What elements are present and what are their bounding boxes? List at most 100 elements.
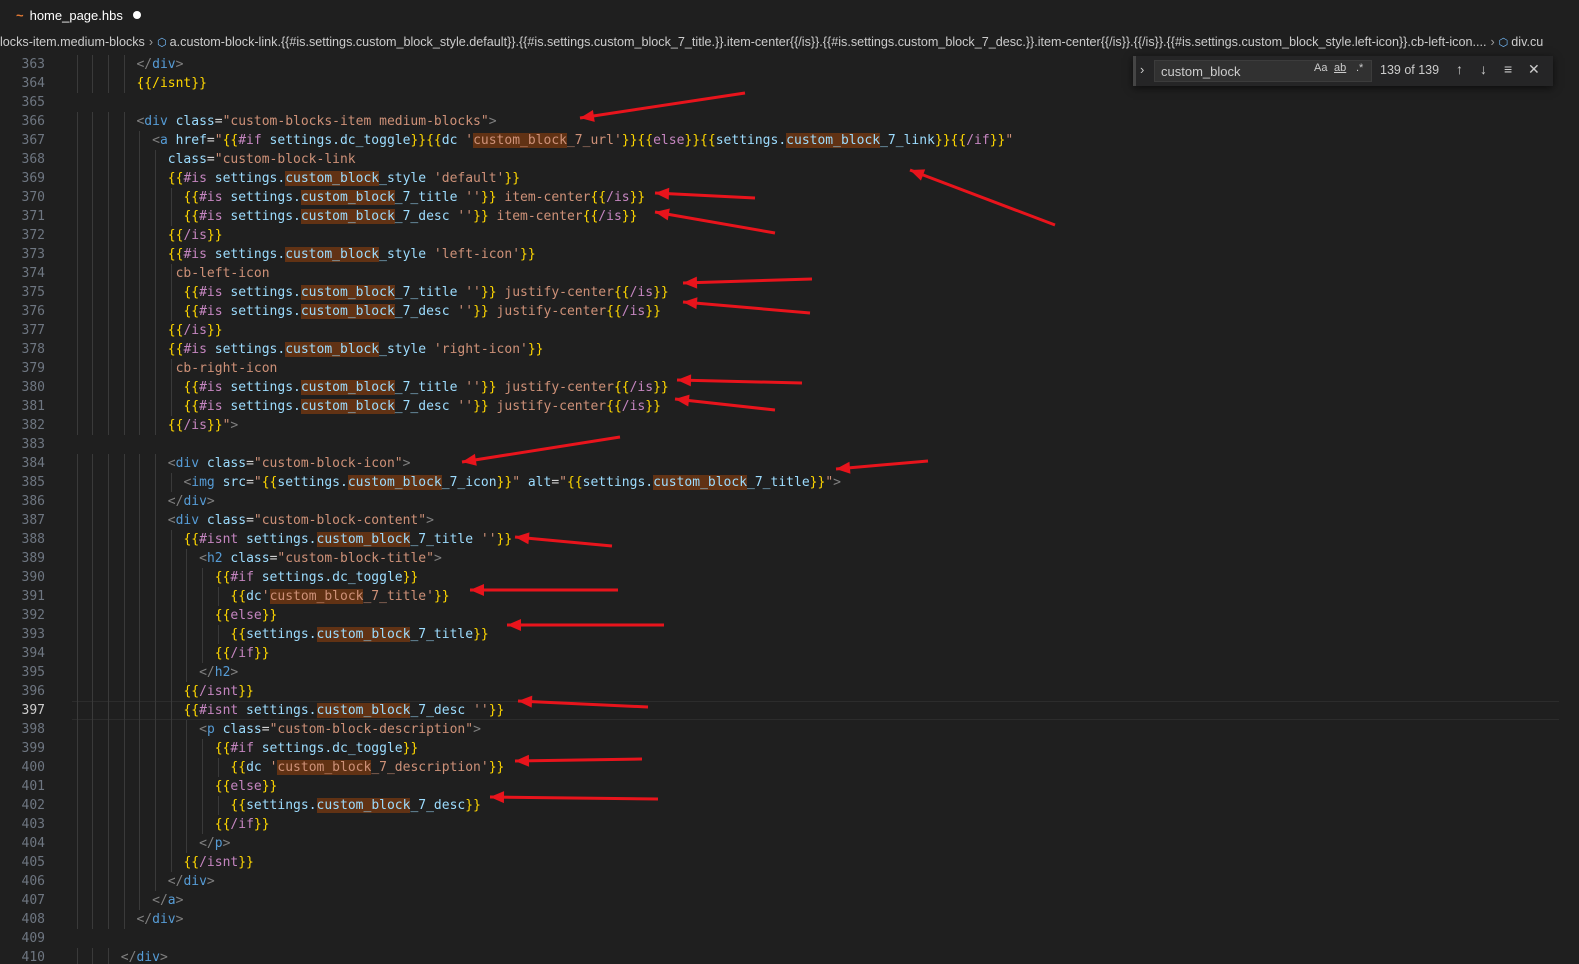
code-line[interactable]: 371 {{#is settings.custom_block_7_desc ''… [0, 207, 1579, 226]
indent-guide [170, 758, 172, 777]
indent-guide [76, 682, 78, 701]
code-line[interactable]: 402 {{settings.custom_block_7_desc}} [0, 796, 1579, 815]
code-line[interactable]: 391 {{dc'custom_block_7_title'}} [0, 587, 1579, 606]
arrow-down-icon[interactable]: ↓ [1480, 61, 1487, 77]
code-line[interactable]: 366 <div class="custom-blocks-item medium… [0, 112, 1579, 131]
code-token: /is [621, 304, 646, 319]
code-line[interactable]: 383 [0, 435, 1579, 454]
code-token: ' [465, 133, 474, 148]
code-line[interactable]: 401 {{else}} [0, 777, 1579, 796]
match-whole-word-icon[interactable]: ab [1334, 62, 1346, 74]
code-text: </div> [136, 55, 183, 74]
code-token: _7_desc [394, 304, 458, 319]
indent-guide [76, 397, 78, 416]
code-line[interactable]: 395 </h2> [0, 663, 1579, 682]
code-line[interactable]: 373 {{#is settings.custom_block_style 'le… [0, 245, 1579, 264]
code-line[interactable]: 409 [0, 929, 1579, 948]
code-text: {{dc 'custom_block_7_description'}} [230, 758, 504, 777]
code-line[interactable]: 380 {{#is settings.custom_block_7_title '… [0, 378, 1579, 397]
code-line[interactable]: 388 {{#isnt settings.custom_block_7_title… [0, 530, 1579, 549]
indent-guide [108, 682, 110, 701]
code-line[interactable]: 399 {{#if settings.dc_toggle}} [0, 739, 1579, 758]
code-line[interactable]: 397 {{#isnt settings.custom_block_7_desc … [0, 701, 1579, 720]
code-token: </ [167, 874, 184, 889]
code-line[interactable]: 389 <h2 class="custom-block-title"> [0, 549, 1579, 568]
indent-guide [155, 397, 157, 416]
code-line[interactable]: 403 {{/if}} [0, 815, 1579, 834]
indent-guide [76, 739, 78, 758]
indent-guide [76, 74, 78, 93]
indent-guide [76, 891, 78, 910]
code-line[interactable]: 375 {{#is settings.custom_block_7_title '… [0, 283, 1579, 302]
indent-guide [92, 302, 94, 321]
code-token: {{ [183, 285, 200, 300]
code-line[interactable]: 396 {{/isnt}} [0, 682, 1579, 701]
code-line[interactable]: 379 cb-right-icon [0, 359, 1579, 378]
code-token: = [261, 722, 270, 737]
code-line[interactable]: 398 <p class="custom-block-description"> [0, 720, 1579, 739]
indent-guide [123, 245, 125, 264]
match-case-icon[interactable]: Aa [1314, 62, 1327, 74]
line-number: 400 [21, 760, 45, 775]
indent-guide [108, 834, 110, 853]
indent-guide [155, 606, 157, 625]
tab-home-page[interactable]: ~ home_page.hbs [0, 0, 155, 30]
code-token: _7_url' [566, 133, 622, 148]
indent-guide [92, 492, 94, 511]
indent-guide [123, 378, 125, 397]
code-token: {{ [183, 190, 200, 205]
code-line[interactable]: 410 </div> [0, 948, 1579, 964]
close-icon[interactable]: ✕ [1528, 61, 1540, 78]
code-token: }} [480, 190, 497, 205]
code-line[interactable]: 408 </div> [0, 910, 1579, 929]
code-token: item-center [488, 209, 583, 224]
breadcrumb-item-third[interactable]: div.cu [1511, 35, 1543, 49]
indent-guide [202, 777, 204, 796]
code-line[interactable]: 365 [0, 93, 1579, 112]
breadcrumb-item-second[interactable]: a.custom-block-link.{{#is.settings.custo… [170, 35, 1487, 49]
code-line[interactable]: 372 {{/is}} [0, 226, 1579, 245]
code-line[interactable]: 368 class="custom-block-link [0, 150, 1579, 169]
code-line[interactable]: 370 {{#is settings.custom_block_7_title '… [0, 188, 1579, 207]
code-line[interactable]: 374 cb-left-icon [0, 264, 1579, 283]
indent-guide [92, 416, 94, 435]
unsaved-dot-icon[interactable] [132, 11, 141, 19]
code-line[interactable]: 407 </a> [0, 891, 1579, 910]
code-line[interactable]: 400 {{dc 'custom_block_7_description'}} [0, 758, 1579, 777]
indent-guide [76, 625, 78, 644]
code-editor[interactable]: 363 </div> 364 {{/isnt}} 365 366 <div class="c… [0, 52, 1579, 964]
code-line[interactable]: 367 <a href="{{#if settings.dc_toggle}}{{… [0, 131, 1579, 150]
code-line[interactable]: 405 {{/isnt}} [0, 853, 1579, 872]
code-line[interactable]: 404 </p> [0, 834, 1579, 853]
code-token: {{ [167, 171, 184, 186]
code-line[interactable]: 387 <div class="custom-block-content"> [0, 511, 1579, 530]
code-line[interactable]: 376 {{#is settings.custom_block_7_desc ''… [0, 302, 1579, 321]
code-token: _7_desc [410, 798, 466, 813]
code-line[interactable]: 392 {{else}} [0, 606, 1579, 625]
code-text: {{#isnt settings.custom_block_7_desc ''}… [183, 701, 504, 720]
code-line[interactable]: 377 {{/is}} [0, 321, 1579, 340]
indent-guide [108, 340, 110, 359]
arrow-up-icon[interactable]: ↑ [1456, 61, 1463, 77]
code-line[interactable]: 385 <img src="{{settings.custom_block_7_i… [0, 473, 1579, 492]
code-line[interactable]: 393 {{settings.custom_block_7_title}} [0, 625, 1579, 644]
code-line[interactable]: 369 {{#is settings.custom_block_style 'de… [0, 169, 1579, 188]
code-token: "custom-block-icon" [253, 456, 403, 471]
code-line[interactable]: 386 </div> [0, 492, 1579, 511]
line-number: 392 [21, 608, 45, 623]
code-line[interactable]: 406 </div> [0, 872, 1579, 891]
toggle-replace-chevron-icon[interactable]: › [1140, 62, 1144, 77]
code-line[interactable]: 390 {{#if settings.dc_toggle}} [0, 568, 1579, 587]
indent-guide [76, 644, 78, 663]
code-line[interactable]: 381 {{#is settings.custom_block_7_desc ''… [0, 397, 1579, 416]
breadcrumb-item-first[interactable]: locks-item.medium-blocks [0, 35, 145, 49]
regex-icon[interactable]: .* [1356, 62, 1363, 74]
indent-guide [92, 872, 94, 891]
code-token: " [512, 475, 521, 490]
code-line[interactable]: 382 {{/is}}"> [0, 416, 1579, 435]
find-in-selection-icon[interactable]: ≡ [1504, 61, 1512, 77]
code-line[interactable]: 394 {{/if}} [0, 644, 1579, 663]
code-line[interactable]: 378 {{#is settings.custom_block_style 'ri… [0, 340, 1579, 359]
code-line[interactable]: 384 <div class="custom-block-icon"> [0, 454, 1579, 473]
indent-guide [139, 188, 141, 207]
